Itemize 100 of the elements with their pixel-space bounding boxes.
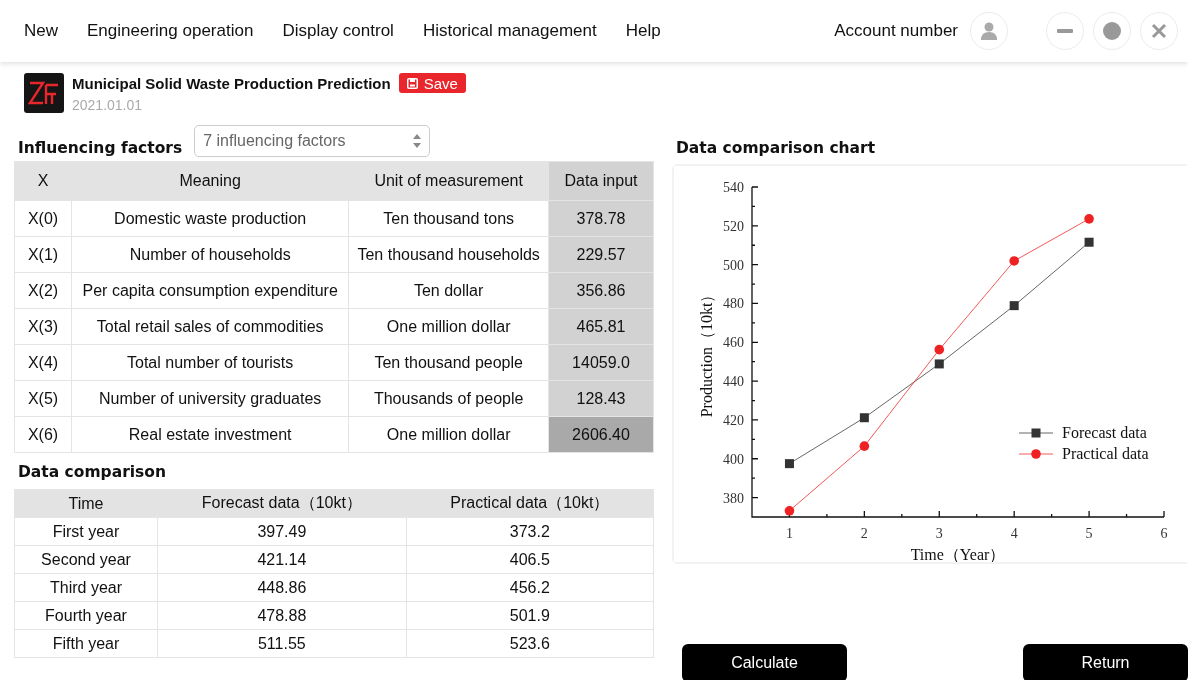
data-point: [859, 441, 870, 451]
data-point: [1084, 214, 1094, 224]
table-cell: Number of university graduates: [71, 380, 349, 417]
account-label: Account number: [834, 21, 958, 41]
table-cell: Per capita consumption expenditure: [71, 272, 349, 309]
table-cell: X(6): [14, 416, 72, 453]
data-point: [1084, 237, 1094, 247]
table-cell: 421.14: [157, 545, 407, 574]
tick-label: 480: [723, 296, 744, 312]
tick-label: 460: [723, 335, 744, 351]
table-cell: X(2): [14, 272, 72, 309]
table-cell: Total number of tourists: [71, 344, 349, 381]
logo-icon: [24, 73, 64, 113]
tick-label: 440: [723, 374, 744, 390]
action-button[interactable]: Return: [1023, 644, 1188, 680]
table-cell: First year: [14, 517, 158, 546]
tick-label: 3: [935, 526, 943, 541]
data-point: [784, 506, 795, 516]
menu-item[interactable]: Help: [625, 21, 661, 41]
table-cell: X(0): [14, 200, 72, 237]
axis-title: Production（10kt）: [698, 286, 715, 418]
section-title: Data comparison: [18, 463, 167, 481]
data-point: [1009, 256, 1019, 266]
tick-label: 1: [785, 526, 793, 541]
table-cell: 523.6: [406, 629, 654, 658]
menu-item[interactable]: New: [24, 21, 58, 41]
factor-count-select[interactable]: 7 influencing factors: [194, 125, 431, 157]
table-cell: Third year: [14, 573, 158, 602]
table-cell: Ten thousand people: [348, 344, 549, 381]
data-input-cell[interactable]: 14059.0: [548, 344, 654, 381]
legend-label: Forecast data: [1062, 424, 1147, 441]
data-input-cell[interactable]: 2606.40: [548, 416, 654, 453]
project-date: 2021.01.01: [72, 97, 144, 113]
table-cell: 501.9: [406, 601, 654, 630]
data-point: [934, 344, 945, 355]
column-header: Forecast data（10kt）: [157, 489, 407, 518]
tick-label: 380: [723, 490, 744, 506]
table-cell: 397.49: [157, 517, 407, 546]
data-input-cell[interactable]: 378.78: [548, 200, 654, 237]
data-input-cell[interactable]: 128.43: [548, 380, 654, 417]
tick-label: 500: [723, 257, 744, 273]
tick-label: 520: [723, 218, 744, 234]
table-cell: 448.86: [157, 573, 407, 602]
data-point: [859, 413, 869, 423]
data-input-cell[interactable]: 229.57: [548, 236, 654, 273]
column-header: Unit of measurement: [348, 161, 549, 201]
tick-label: 5: [1085, 526, 1093, 541]
table-cell: X(4): [14, 344, 72, 381]
table-cell: Second year: [14, 545, 158, 574]
table-cell: Fifth year: [14, 629, 158, 658]
table-cell: Ten thousand households: [348, 236, 549, 273]
legend-marker: [1018, 428, 1054, 438]
avatar-button[interactable]: [970, 12, 1008, 50]
project-title: Municipal Solid Waste Production Prediction: [72, 74, 391, 92]
user-icon: [979, 21, 999, 41]
column-header: Meaning: [71, 161, 349, 201]
legend-marker: [1018, 449, 1054, 459]
table-cell: Ten dollar: [348, 272, 549, 309]
table-cell: X(3): [14, 308, 72, 345]
table-cell: X(5): [14, 380, 72, 417]
save-button[interactable]: Save: [398, 73, 466, 93]
legend-label: Practical data: [1062, 445, 1149, 462]
column-header: Time: [14, 489, 158, 518]
data-input-cell[interactable]: 465.81: [548, 308, 654, 345]
table-cell: 456.2: [406, 573, 654, 602]
table-cell: Total retail sales of commodities: [71, 308, 349, 345]
tick-label: 6: [1160, 526, 1168, 541]
tick-label: 4: [1010, 526, 1018, 541]
tick-label: 540: [723, 180, 744, 195]
menu-item[interactable]: Engineering operation: [87, 21, 254, 41]
data-point: [1009, 301, 1019, 311]
table-cell: One million dollar: [348, 308, 549, 345]
table-cell: Real estate investment: [71, 416, 349, 453]
close-icon: [1150, 22, 1168, 40]
table-cell: 406.5: [406, 545, 654, 574]
updown-caret-icon: [413, 134, 422, 148]
column-header: X: [14, 161, 72, 201]
minimize-icon: [1057, 29, 1073, 33]
section-title: Influencing factors: [18, 139, 183, 157]
tick-label: 400: [723, 451, 744, 467]
table-cell: One million dollar: [348, 416, 549, 453]
table-cell: Thousands of people: [348, 380, 549, 417]
dot-icon: [1102, 21, 1122, 41]
menu-item[interactable]: Display control: [282, 21, 394, 41]
action-button[interactable]: Calculate: [682, 644, 847, 680]
data-input-cell[interactable]: 356.86: [548, 272, 654, 309]
data-point: [934, 359, 944, 369]
chart-title: Data comparison chart: [676, 139, 877, 157]
axis-title: Time（Year）: [910, 546, 1006, 562]
maximize-button[interactable]: [1093, 12, 1131, 50]
table-cell: X(1): [14, 236, 72, 273]
table-cell: Ten thousand tons: [348, 200, 549, 237]
column-header: Practical data（10kt）: [406, 489, 654, 518]
table-cell: 373.2: [406, 517, 654, 546]
table-cell: 478.88: [157, 601, 407, 630]
close-button[interactable]: [1140, 12, 1178, 50]
menu-item[interactable]: Historical management: [422, 21, 597, 41]
table-cell: Domestic waste production: [71, 200, 349, 237]
column-header: Data input: [548, 161, 654, 201]
minimize-button[interactable]: [1046, 12, 1084, 50]
